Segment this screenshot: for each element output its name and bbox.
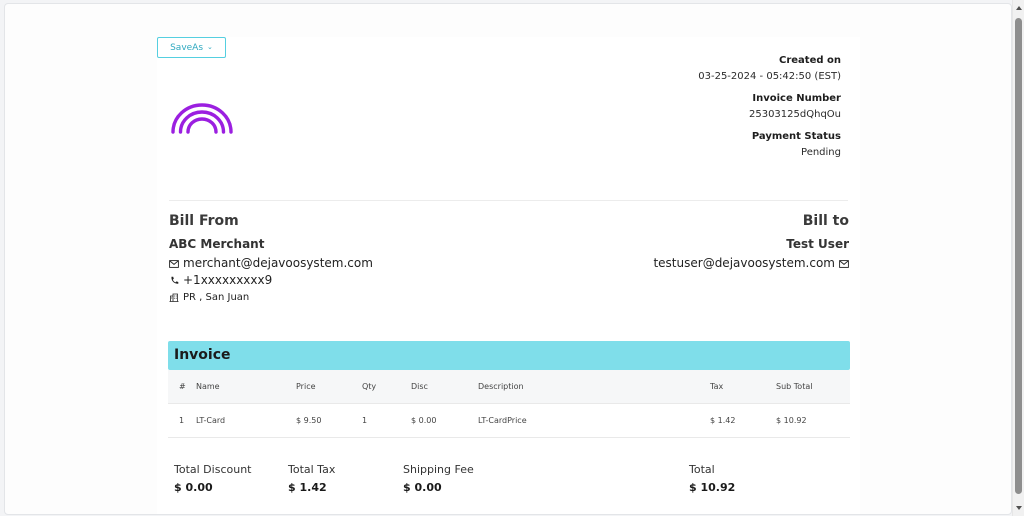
invoice-section-header: Invoice: [168, 341, 850, 370]
invoice-table: # Name Price Qty Disc Description Tax Su…: [168, 370, 850, 438]
save-as-label: SaveAs: [170, 42, 204, 53]
bill-from-address: PR , San Juan: [183, 292, 250, 303]
bill-to-name: Test User: [786, 237, 849, 251]
column-header-tax: Tax: [710, 382, 724, 391]
total-discount: Total Discount $ 0.00: [174, 463, 251, 495]
table-header-row: # Name Price Qty Disc Description Tax Su…: [168, 370, 850, 404]
total-tax: Total Tax $ 1.42: [288, 463, 335, 495]
totals-section: Total Discount $ 0.00 Total Tax $ 1.42 S…: [174, 463, 854, 503]
bill-to-title: Bill to: [802, 213, 849, 229]
invoice-number-label: Invoice Number: [752, 93, 841, 104]
created-on-value: 03-25-2024 - 05:42:50 (EST): [698, 71, 841, 82]
total-tax-label: Total Tax: [288, 463, 336, 476]
total-discount-label: Total Discount: [174, 463, 252, 476]
scroll-down-arrow-icon[interactable]: [1016, 506, 1022, 510]
bill-from-address-row: PR , San Juan: [169, 289, 373, 306]
row-number: 1: [179, 416, 185, 425]
column-header-name: Name: [196, 382, 220, 391]
column-header-number: #: [179, 382, 186, 391]
grand-total: Total $ 10.92: [689, 463, 735, 495]
save-as-button[interactable]: SaveAs ⌄: [157, 37, 226, 58]
vertical-scrollbar[interactable]: [1012, 0, 1024, 516]
row-description: LT-CardPrice: [478, 416, 527, 425]
bill-to-email: testuser@dejavoosystem.com: [653, 256, 835, 270]
invoice-meta: Created on 03-25-2024 - 05:42:50 (EST) I…: [698, 53, 841, 167]
grand-total-label: Total: [689, 463, 715, 476]
row-price: $ 9.50: [296, 416, 322, 425]
chevron-down-icon: ⌄: [207, 43, 213, 51]
shipping-fee: Shipping Fee $ 0.00: [403, 463, 474, 495]
row-name: LT-Card: [196, 416, 226, 425]
row-qty: 1: [362, 416, 368, 425]
scroll-up-arrow-icon[interactable]: [1016, 6, 1022, 10]
total-discount-value: $ 0.00: [174, 481, 213, 494]
bill-from-email-row: merchant@dejavoosystem.com: [169, 255, 373, 272]
mail-icon: [169, 259, 179, 269]
bill-from-phone: +1xxxxxxxxx9: [183, 273, 273, 287]
total-tax-value: $ 1.42: [288, 481, 327, 494]
row-disc: $ 0.00: [411, 416, 437, 425]
bill-from-name: ABC Merchant: [169, 237, 265, 251]
table-row: 1 LT-Card $ 9.50 1 $ 0.00 LT-CardPrice $…: [168, 404, 850, 438]
building-icon: [169, 293, 179, 303]
section-divider: [169, 200, 848, 201]
mail-icon: [839, 259, 849, 269]
column-header-subtotal: Sub Total: [776, 382, 813, 391]
bill-to-email-row: testuser@dejavoosystem.com: [653, 255, 849, 272]
bill-from-phone-row: +1xxxxxxxxx9: [169, 272, 373, 289]
column-header-qty: Qty: [362, 382, 377, 391]
shipping-fee-value: $ 0.00: [403, 481, 442, 494]
rainbow-logo-icon: [171, 103, 233, 134]
bill-from-section: Bill From ABC Merchant merchant@dejavoos…: [169, 211, 373, 306]
bill-from-title: Bill From: [169, 213, 239, 229]
invoice-page: SaveAs ⌄ Created on 03-25-2024 - 05:42:5…: [157, 37, 860, 514]
bill-from-email: merchant@dejavoosystem.com: [183, 256, 373, 270]
shipping-fee-label: Shipping Fee: [403, 463, 474, 476]
column-header-price: Price: [296, 382, 316, 391]
payment-status-value: Pending: [801, 147, 841, 158]
payment-status-label: Payment Status: [751, 131, 841, 142]
row-subtotal: $ 10.92: [776, 416, 807, 425]
scroll-thumb[interactable]: [1015, 18, 1022, 494]
grand-total-value: $ 10.92: [689, 481, 736, 494]
phone-icon: [169, 276, 179, 286]
invoice-number-value: 25303125dQhqOu: [748, 109, 841, 120]
created-on-label: Created on: [779, 55, 841, 66]
column-header-description: Description: [478, 382, 524, 391]
column-header-disc: Disc: [411, 382, 428, 391]
row-tax: $ 1.42: [710, 416, 736, 425]
bill-to-section: Bill to Test User testuser@dejavoosystem…: [653, 211, 849, 272]
